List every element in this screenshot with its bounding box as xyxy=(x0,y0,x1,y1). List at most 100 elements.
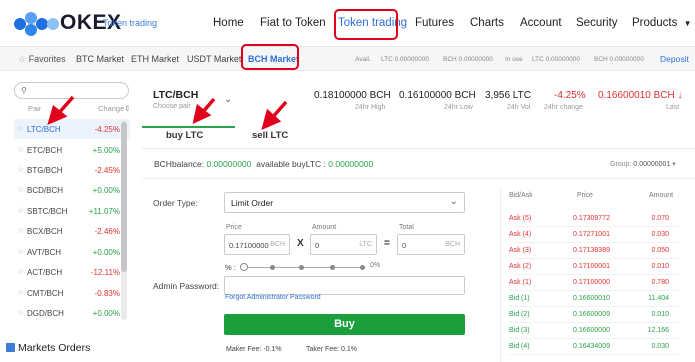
pair-title[interactable]: LTC/BCH xyxy=(153,89,198,101)
orderbook-row[interactable]: Bid (4) 0.16434009 0.030 xyxy=(509,339,677,355)
percent-slider-tick[interactable] xyxy=(360,265,365,270)
orderbook-row[interactable]: Ask (4) 0.17271001 0.030 xyxy=(509,227,677,243)
pair-row[interactable]: ☆ DGD/BCH +0.00% xyxy=(14,303,130,323)
high-value: 0.18100000 BCH xyxy=(314,90,391,101)
pair-name: CMT/BCH xyxy=(27,289,64,298)
star-icon[interactable]: ☆ xyxy=(17,124,24,133)
pair-row[interactable]: ☆ CMT/BCH -0.83% xyxy=(14,283,130,303)
ob-price: 0.16600010 xyxy=(573,295,610,302)
nav-futures[interactable]: Futures xyxy=(415,17,454,29)
star-icon[interactable]: ☆ xyxy=(17,185,24,194)
price-unit: BCH xyxy=(270,241,285,248)
caret-down-icon: ▾ xyxy=(672,161,676,168)
ob-side: Ask (1) xyxy=(509,279,532,286)
available-label: available buyLTC : xyxy=(256,159,326,169)
percent-slider-tick[interactable] xyxy=(299,265,304,270)
favorites-tab[interactable]: ☆ Favorites xyxy=(18,54,66,65)
buy-button[interactable]: Buy xyxy=(224,314,465,335)
pair-name: LTC/BCH xyxy=(27,125,61,134)
ob-price: 0.17271001 xyxy=(573,231,610,238)
pair-row[interactable]: ☆ SBTC/BCH +11.07% xyxy=(14,201,130,221)
pair-row[interactable]: ☆ ACT/BCH -12.11% xyxy=(14,262,130,282)
tab-buy[interactable]: buy LTC xyxy=(166,130,203,141)
price-input[interactable]: 0.17100000 BCH xyxy=(224,234,290,255)
star-icon[interactable]: ☆ xyxy=(17,288,24,297)
low-label: 24hr Low xyxy=(444,104,473,111)
last-label: Last xyxy=(666,104,680,111)
col-change-header[interactable]: Change⇕ xyxy=(98,104,131,113)
admin-password-input[interactable] xyxy=(224,276,465,295)
ob-amount: 0.050 xyxy=(651,247,669,254)
nav-fiat-to-token[interactable]: Fiat to Token xyxy=(260,17,326,29)
okex-logo-icon[interactable] xyxy=(14,12,60,36)
group-selector[interactable]: Group: 0.00000001 ▾ xyxy=(610,160,676,168)
star-icon[interactable]: ☆ xyxy=(17,226,24,235)
pair-row[interactable]: ☆ BCD/BCH +0.00% xyxy=(14,180,130,200)
ob-side: Ask (3) xyxy=(509,247,532,254)
pair-change: +0.00% xyxy=(92,309,120,318)
star-icon[interactable]: ☆ xyxy=(17,247,24,256)
avail-bch: BCH 0.00000000 xyxy=(443,56,493,63)
percent-slider-track[interactable] xyxy=(243,267,365,268)
percent-slider-tick[interactable] xyxy=(330,265,335,270)
pair-name: ETC/BCH xyxy=(27,146,63,155)
total-input[interactable]: 0 BCH xyxy=(397,234,465,255)
avail-ltc: LTC 0.00000000 xyxy=(381,56,429,63)
star-icon[interactable]: ☆ xyxy=(17,165,24,174)
ob-price: 0.17100001 xyxy=(573,263,610,270)
ob-header-side: Bid/Ask xyxy=(509,192,533,199)
star-icon[interactable]: ☆ xyxy=(17,267,24,276)
star-icon[interactable]: ☆ xyxy=(17,145,24,154)
forgot-password-link[interactable]: Forgot Administrator Password xyxy=(225,294,321,301)
pair-name: AVT/BCH xyxy=(27,248,62,257)
star-icon[interactable]: ☆ xyxy=(17,308,24,317)
amount-input[interactable]: 0 LTC xyxy=(310,234,377,255)
order-type-select[interactable]: Limit Order ⌄ xyxy=(224,192,465,213)
avail-label: Avail. xyxy=(355,56,371,63)
pair-row[interactable]: ☆ BCX/BCH -2.46% xyxy=(14,221,130,241)
price-value: 0.17100000 xyxy=(229,241,269,250)
nav-products[interactable]: Products ▼ xyxy=(632,17,692,29)
chevron-down-icon[interactable]: ⌄ xyxy=(224,94,232,105)
orderbook-row[interactable]: Bid (1) 0.16600010 11.404 xyxy=(509,291,677,307)
sidebar-scroll-thumb[interactable] xyxy=(121,122,127,272)
nav-security[interactable]: Security xyxy=(576,17,618,29)
pair-row[interactable]: ☆ LTC/BCH -4.25% xyxy=(14,119,130,139)
in-use-label: In use xyxy=(505,56,523,63)
pair-row[interactable]: ☆ BTG/BCH -2.45% xyxy=(14,160,130,180)
choose-pair[interactable]: Choose pair xyxy=(153,103,191,110)
orderbook-row[interactable]: Ask (3) 0.17138389 0.050 xyxy=(509,243,677,259)
orderbook-row[interactable]: Bid (3) 0.16600000 12.166 xyxy=(509,323,677,339)
tab-sell[interactable]: sell LTC xyxy=(252,130,288,141)
ob-row-divider xyxy=(509,354,679,355)
ob-amount: 0.030 xyxy=(651,343,669,350)
star-icon[interactable]: ☆ xyxy=(17,206,24,215)
pair-name: BCX/BCH xyxy=(27,227,63,236)
percent-slider-tick[interactable] xyxy=(270,265,275,270)
col-pair-header[interactable]: Pair xyxy=(28,104,41,113)
btc-market-tab[interactable]: BTC Market xyxy=(76,54,124,64)
admin-password-label: Admin Password: xyxy=(153,281,220,291)
ob-amount: 12.166 xyxy=(647,327,669,334)
amount-value: 0 xyxy=(315,241,320,250)
group-value: 0.00000001 xyxy=(633,161,671,168)
percent-slider-handle[interactable] xyxy=(240,263,248,271)
pair-row[interactable]: ☆ ETC/BCH +5.00% xyxy=(14,140,130,160)
markets-orders-title[interactable]: Markets Orders xyxy=(18,342,90,354)
ob-amount: 0.010 xyxy=(651,311,669,318)
usdt-market-tab[interactable]: USDT Market xyxy=(187,54,241,64)
orderbook-row[interactable]: Ask (2) 0.17100001 0.010 xyxy=(509,259,677,275)
nav-charts[interactable]: Charts xyxy=(470,17,504,29)
eth-market-tab[interactable]: ETH Market xyxy=(131,54,179,64)
nav-account[interactable]: Account xyxy=(520,17,562,29)
nav-home[interactable]: Home xyxy=(213,17,244,29)
orderbook-row[interactable]: Bid (2) 0.16600009 0.010 xyxy=(509,307,677,323)
balance-value: 0.00000000 xyxy=(206,159,252,169)
ob-side: Bid (1) xyxy=(509,295,530,302)
pair-row[interactable]: ☆ AVT/BCH +0.00% xyxy=(14,242,130,262)
orderbook-row[interactable]: Ask (1) 0.17100000 0.780 xyxy=(509,275,677,291)
search-input[interactable]: ⚲ xyxy=(14,82,129,99)
orderbook-row[interactable]: Ask (5) 0.17309772 0.070 xyxy=(509,211,677,227)
brand-sub[interactable]: Token trading xyxy=(103,18,157,28)
deposit-link[interactable]: Deposit xyxy=(660,54,689,64)
